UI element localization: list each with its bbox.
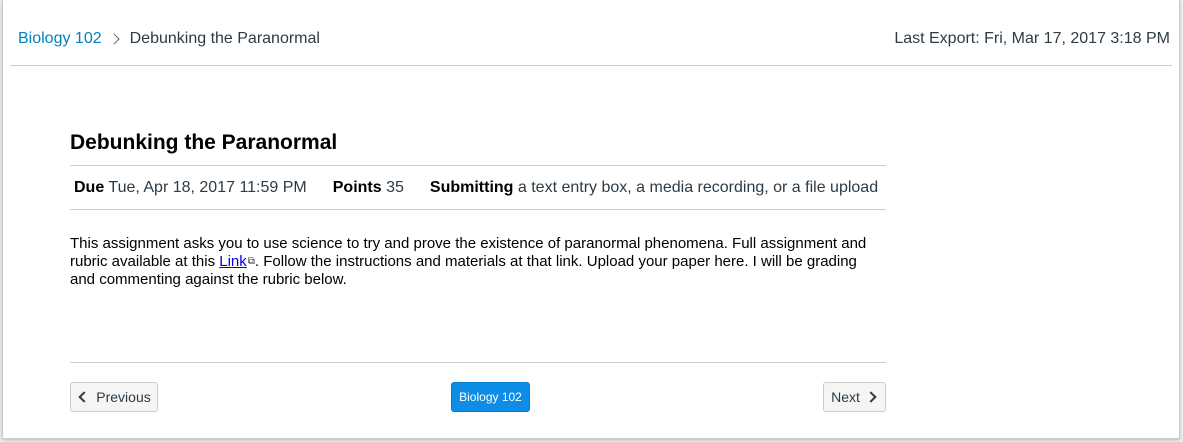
points-label: Points [332,178,382,196]
submitting-detail: Submitting a text entry box, a media rec… [430,179,878,197]
external-link-icon: ⧉ [247,256,255,267]
next-button[interactable]: Next [823,382,886,412]
assignment-link[interactable]: Link [219,253,247,270]
assignment-content: Debunking the Paranormal Due Tue, Apr 18… [70,130,886,289]
chevron-right-icon [107,33,120,45]
points-value: 35 [386,178,404,196]
breadcrumb-course-link[interactable]: Biology 102 [18,30,102,48]
previous-button[interactable]: Previous [70,382,158,412]
course-home-label: Biology 102 [459,390,522,404]
footer-divider [70,362,886,363]
chevron-right-icon [865,391,877,403]
submitting-label: Submitting [429,178,514,196]
next-label: Next [831,389,860,405]
due-detail: Due Tue, Apr 18, 2017 11:59 PM [74,179,307,197]
breadcrumb-current: Debunking the Paranormal [129,30,320,47]
chevron-left-icon [78,391,90,403]
last-export-text: Last Export: Fri, Mar 17, 2017 3:18 PM [894,30,1170,47]
header-bar: Biology 102 Debunking the Paranormal Las… [10,0,1172,66]
assignment-title: Debunking the Paranormal [70,131,338,154]
breadcrumb: Biology 102 Debunking the Paranormal [18,30,320,48]
course-home-button[interactable]: Biology 102 [451,382,530,412]
app-window: Biology 102 Debunking the Paranormal Las… [2,0,1180,439]
assignment-description: This assignment asks you to use science … [70,235,880,289]
submitting-value: a text entry box, a media recording, or … [517,178,879,196]
previous-label: Previous [96,389,151,405]
due-label: Due [74,178,105,196]
points-detail: Points 35 [333,179,404,197]
due-value: Tue, Apr 18, 2017 11:59 PM [108,178,307,196]
assignment-details: Due Tue, Apr 18, 2017 11:59 PM Points 35… [70,165,886,210]
